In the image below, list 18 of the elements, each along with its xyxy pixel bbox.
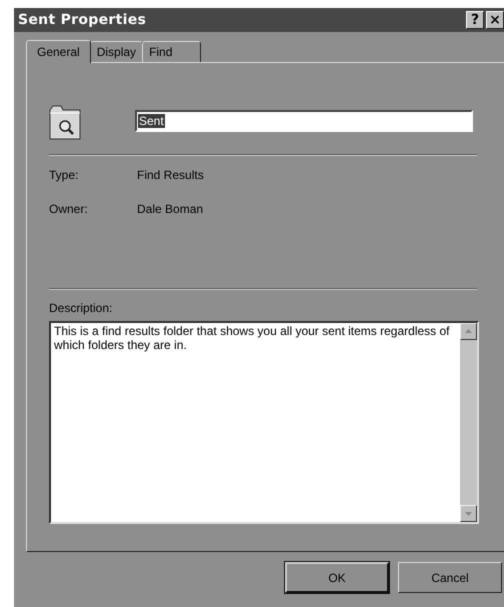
window-title: Sent Properties	[18, 12, 148, 28]
description-text: This is a find results folder that shows you all your sent items regardless of which folders they are in.	[53, 323, 451, 353]
scroll-down-icon[interactable]	[460, 505, 477, 522]
property-value: Dale Boman	[137, 202, 204, 216]
name-field[interactable]: Sent	[135, 110, 473, 132]
property-label: Type:	[49, 168, 78, 182]
dialog-button[interactable]: Cancel	[398, 562, 502, 593]
description-field[interactable]: This is a find results folder that shows you all your sent items regardless of which folders they are in.	[49, 321, 479, 524]
scrollbar[interactable]	[460, 323, 477, 522]
property-label: Owner:	[49, 202, 88, 216]
tab[interactable]: General	[26, 40, 91, 63]
description-label: Description:	[49, 301, 112, 315]
property-value: Find Results	[137, 168, 204, 182]
scroll-up-icon[interactable]	[460, 323, 477, 340]
dialog-button[interactable]: OK	[285, 562, 389, 593]
tab[interactable]: Find	[142, 41, 202, 62]
help-button[interactable]: ?	[466, 11, 484, 29]
close-button[interactable]: ×	[486, 11, 504, 29]
